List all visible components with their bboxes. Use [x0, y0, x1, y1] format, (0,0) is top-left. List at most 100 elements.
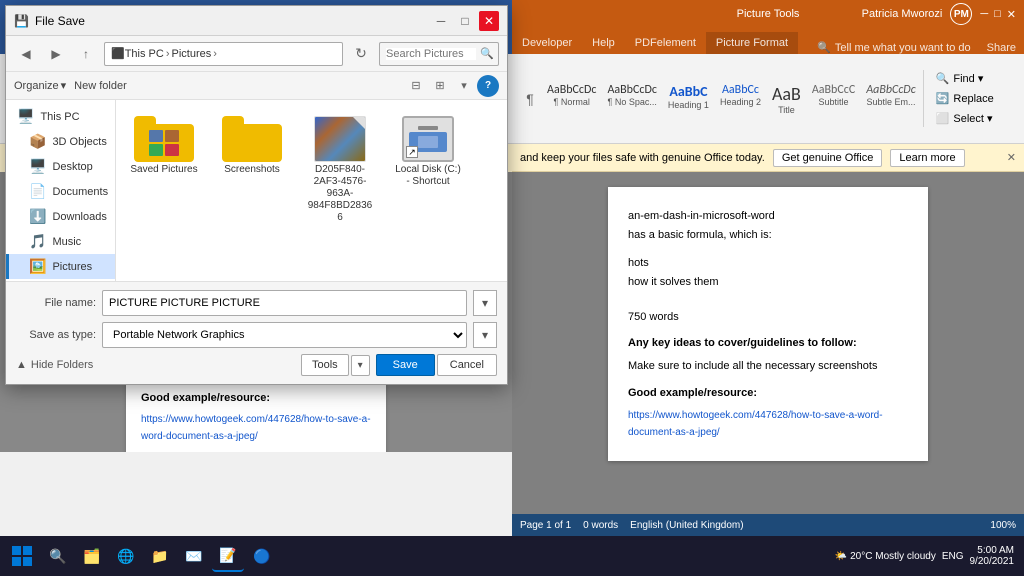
filename-label-text: File name: — [16, 297, 96, 309]
disk-shortcut-icon: ↗ — [398, 114, 458, 164]
dialog-close-btn[interactable]: ✕ — [479, 11, 499, 31]
sidebar-item-desktop[interactable]: 🖥️ Desktop — [6, 154, 115, 179]
dialog-body: 🖥️ This PC 📦 3D Objects 🖥️ Desktop 📄 Doc… — [6, 100, 507, 281]
path-sep: › — [166, 48, 170, 60]
saved-pictures-label: Saved Pictures — [130, 164, 197, 176]
word-count: 0 words — [583, 520, 618, 531]
savetype-row: Save as type: Portable Network Graphics … — [16, 322, 497, 348]
hide-folders-btn[interactable]: ▲ Hide Folders — [16, 359, 93, 371]
doc-area: an-em-dash-in-microsoft-word has a basic… — [512, 172, 1024, 536]
file-screenshots[interactable]: Screenshots — [212, 108, 292, 230]
search-input[interactable] — [386, 48, 476, 60]
organize-btn[interactable]: Organize ▾ — [14, 79, 66, 92]
select-btn[interactable]: ⬜Select ▾ — [932, 110, 998, 127]
sidebar-label-documents: Documents — [52, 186, 108, 198]
tools-btn[interactable]: Tools — [301, 354, 349, 376]
ribbon-body: ¶ AaBbCcDc ¶ Normal AaBbCcDc ¶ No Spac..… — [512, 54, 1024, 144]
tools-arrow-btn[interactable]: ▾ — [351, 355, 370, 376]
view-list-btn[interactable]: ⊟ — [405, 75, 427, 97]
file-saved-pictures[interactable]: Saved Pictures — [124, 108, 204, 230]
file-image-uuid[interactable]: D205F840-2AF3-4576-963A-984F8BD28366 — [300, 108, 380, 230]
new-folder-btn[interactable]: New folder — [74, 80, 127, 92]
tab-help[interactable]: Help — [582, 32, 625, 54]
savetype-dropdown-btn[interactable]: ▾ — [473, 322, 497, 348]
taskbar: 🔍 🗂️ 🌐 📁 ✉️ 📝 🔵 🌤️ 20°C Mostly cloudy EN… — [0, 536, 1024, 576]
sidebar-item-3dobjects[interactable]: 📦 3D Objects — [6, 129, 115, 154]
search-taskbar-btn[interactable]: 🔍 — [42, 540, 74, 572]
tab-picture-format[interactable]: Picture Format — [706, 32, 798, 54]
filename-row: File name: ▾ — [16, 290, 497, 316]
get-office-btn[interactable]: Get genuine Office — [773, 149, 883, 167]
save-btn[interactable]: Save — [376, 354, 435, 376]
taskbar-right: 🌤️ 20°C Mostly cloudy ENG 5:00 AM 9/20/2… — [835, 545, 1020, 567]
notice-close-btn[interactable]: ✕ — [1007, 151, 1016, 164]
sidebar-item-documents[interactable]: 📄 Documents — [6, 179, 115, 204]
search-box[interactable]: 🔍 — [379, 42, 499, 66]
sidebar-label-3dobjects: 3D Objects — [52, 136, 106, 148]
style-title[interactable]: AaB Title — [767, 80, 806, 118]
sidebar-item-downloads[interactable]: ⬇️ Downloads — [6, 204, 115, 229]
chrome-btn[interactable]: 🔵 — [246, 540, 278, 572]
up-btn[interactable]: ↑ — [74, 42, 98, 66]
filename-dropdown-btn[interactable]: ▾ — [473, 290, 497, 316]
file-save-dialog: 💾 File Save ─ □ ✕ ◀ ▶ ↑ ⬛ This PC › Pict… — [5, 5, 508, 385]
dialog-footer: File name: ▾ Save as type: Portable Netw… — [6, 281, 507, 384]
forward-btn[interactable]: ▶ — [44, 42, 68, 66]
dialog-title-icon: 💾 — [14, 14, 29, 28]
close-btn[interactable]: ✕ — [1007, 8, 1016, 21]
explorer-btn[interactable]: 📁 — [144, 540, 176, 572]
taskview-btn[interactable]: 🗂️ — [76, 540, 108, 572]
replace-btn[interactable]: 🔄Replace — [932, 90, 998, 107]
minimize-btn[interactable]: ─ — [980, 8, 988, 20]
find-btn[interactable]: 🔍Find ▾ — [932, 70, 998, 87]
saved-pictures-icon — [134, 114, 194, 164]
path-bar[interactable]: ⬛ This PC › Pictures › — [104, 42, 343, 66]
language-indicator: ENG — [942, 551, 964, 562]
filename-input[interactable] — [102, 290, 467, 316]
style-subtle-em[interactable]: AaBbCcDc Subtle Em... — [861, 80, 920, 118]
tab-pdfelement[interactable]: PDFelement — [625, 32, 706, 54]
help-btn[interactable]: ? — [477, 75, 499, 97]
share-btn[interactable]: Share — [979, 42, 1024, 54]
editing-group: 🔍Find ▾ 🔄Replace ⬜Select ▾ — [923, 70, 998, 127]
dialog-secondbar: Organize ▾ New folder ⊟ ⊞ ▾ ? — [6, 72, 507, 100]
dialog-sidebar: 🖥️ This PC 📦 3D Objects 🖥️ Desktop 📄 Doc… — [6, 100, 116, 281]
maximize-btn[interactable]: □ — [994, 8, 1001, 20]
sidebar-item-music[interactable]: 🎵 Music — [6, 229, 115, 254]
path-sep2: › — [213, 48, 217, 60]
mail-btn[interactable]: ✉️ — [178, 540, 210, 572]
savetype-select[interactable]: Portable Network Graphics JPEG BMP TIFF — [102, 322, 467, 348]
edge-btn[interactable]: 🌐 — [110, 540, 142, 572]
learn-more-btn[interactable]: Learn more — [890, 149, 964, 167]
view-options-btn[interactable]: ▾ — [453, 75, 475, 97]
user-name: Patricia Mworozi — [862, 8, 943, 20]
refresh-btn[interactable]: ↻ — [349, 42, 373, 66]
page-info: Page 1 of 1 — [520, 520, 571, 531]
documents-icon: 📄 — [29, 183, 46, 200]
style-normal[interactable]: AaBbCcDc ¶ Normal — [542, 80, 601, 118]
word-taskbar-btn[interactable]: 📝 — [212, 540, 244, 572]
dialog-maximize-btn[interactable]: □ — [455, 11, 475, 31]
start-btn[interactable] — [4, 538, 40, 574]
view-grid-btn[interactable]: ⊞ — [429, 75, 451, 97]
sidebar-label-pictures: Pictures — [52, 261, 92, 273]
style-heading1[interactable]: AaBbC Heading 1 — [663, 80, 714, 118]
file-localdisk-shortcut[interactable]: ↗ Local Disk (C:) - Shortcut — [388, 108, 468, 230]
language-status: English (United Kingdom) — [630, 520, 743, 531]
sidebar-item-thispc[interactable]: 🖥️ This PC — [6, 104, 115, 129]
image-uuid-icon — [310, 114, 370, 164]
paragraph-mark[interactable]: ¶ — [520, 64, 540, 134]
screenshots-label: Screenshots — [224, 164, 280, 176]
style-heading2[interactable]: AaBbCc Heading 2 — [715, 80, 766, 118]
dialog-minimize-btn[interactable]: ─ — [431, 11, 451, 31]
doc-line-4: how it solves them — [628, 273, 908, 292]
doc-link[interactable]: https://www.howtogeek.com/447628/how-to-… — [628, 407, 908, 441]
style-subtitle[interactable]: AaBbCcC Subtitle — [807, 80, 860, 118]
back-btn[interactable]: ◀ — [14, 42, 38, 66]
tab-developer[interactable]: Developer — [512, 32, 582, 54]
cancel-btn[interactable]: Cancel — [437, 354, 497, 376]
date-display: 9/20/2021 — [970, 556, 1015, 567]
style-no-spacing[interactable]: AaBbCcDc ¶ No Spac... — [602, 80, 661, 118]
sidebar-item-pictures[interactable]: 🖼️ Pictures — [6, 254, 115, 279]
search-tell-me[interactable]: 🔍 Tell me what you want to do — [809, 41, 978, 54]
